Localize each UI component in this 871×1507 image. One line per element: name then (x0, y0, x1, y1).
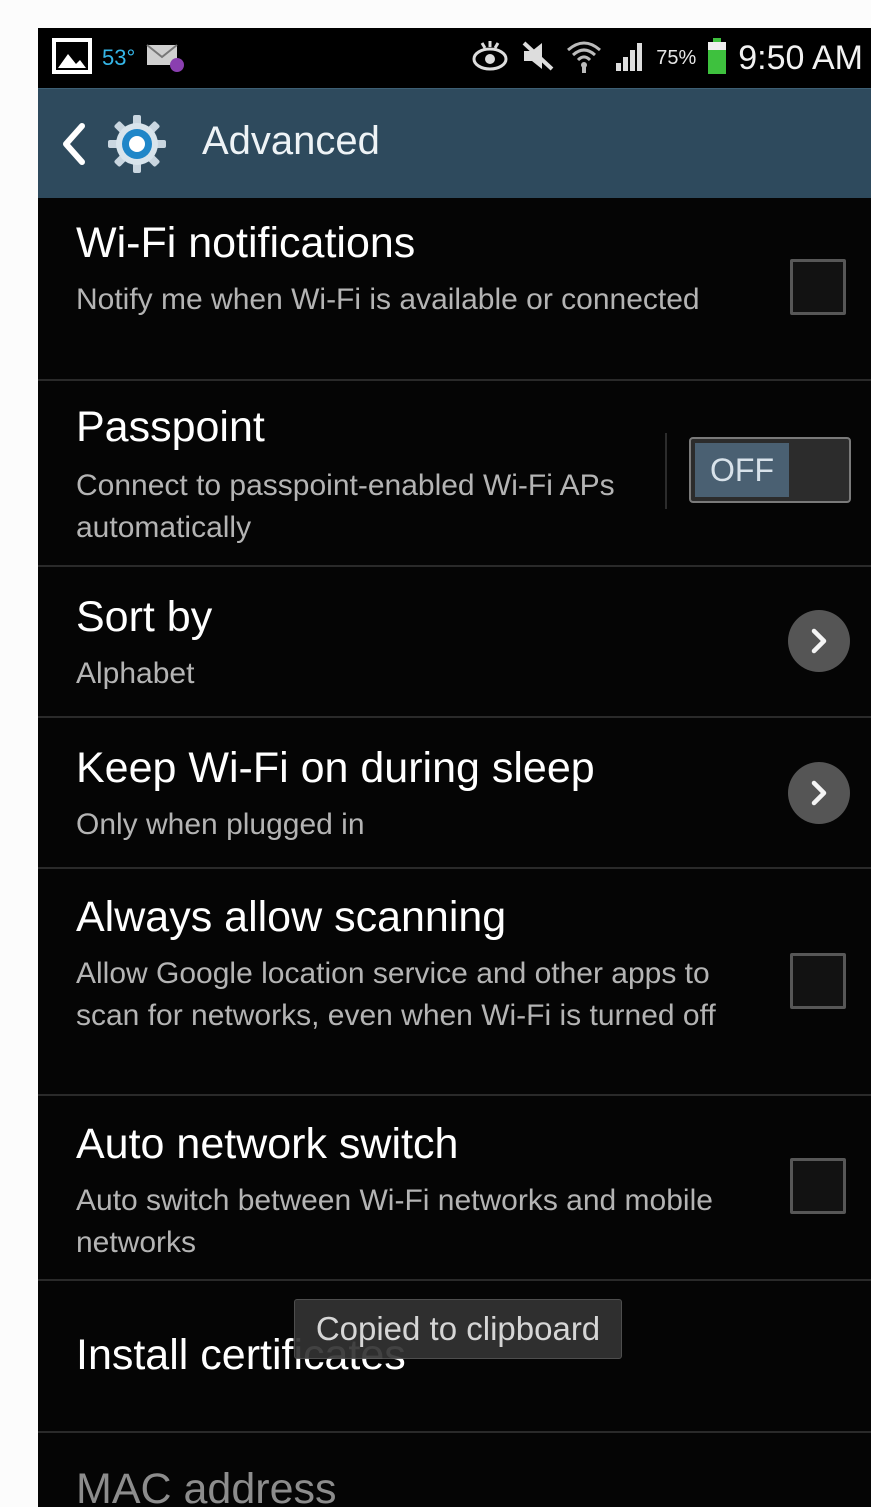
battery-icon (706, 37, 728, 80)
always-allow-scanning-title: Always allow scanning (76, 893, 507, 941)
phone-screen: 53° 75% 9:50 AM Advanced Wi-Fi notificat… (38, 28, 871, 1507)
keep-wifi-on-value: Only when plugged in (76, 808, 365, 841)
auto-network-switch-row[interactable]: Auto network switch Auto switch between … (38, 1096, 871, 1281)
always-allow-scanning-checkbox[interactable] (790, 953, 846, 1009)
keep-wifi-on-row[interactable]: Keep Wi-Fi on during sleep Only when plu… (38, 718, 871, 869)
mac-address-row: MAC address (38, 1433, 871, 1507)
auto-network-switch-checkbox[interactable] (790, 1158, 846, 1214)
wifi-notifications-row[interactable]: Wi-Fi notifications Notify me when Wi-Fi… (38, 197, 871, 381)
settings-gear-icon[interactable] (106, 113, 168, 175)
chevron-right-icon[interactable] (788, 610, 850, 672)
wifi-notifications-subtitle: Notify me when Wi-Fi is available or con… (76, 283, 700, 316)
clock: 9:50 AM (738, 38, 863, 77)
signal-icon (612, 39, 646, 78)
always-allow-scanning-subtitle: Allow Google location service and other … (76, 957, 716, 1032)
gallery-icon (52, 37, 92, 79)
status-bar: 53° 75% 9:50 AM (38, 28, 871, 88)
passpoint-toggle[interactable]: OFF (689, 437, 851, 503)
action-bar: Advanced (38, 88, 871, 198)
sort-by-title: Sort by (76, 593, 213, 641)
eye-icon (470, 39, 510, 78)
passpoint-toggle-label: OFF (695, 443, 789, 497)
wifi-notifications-title: Wi-Fi notifications (76, 219, 416, 267)
back-chevron-icon[interactable] (58, 122, 88, 166)
page-title: Advanced (202, 119, 380, 163)
sort-by-value: Alphabet (76, 657, 195, 690)
toggle-divider (665, 433, 667, 509)
mute-icon (520, 39, 556, 78)
chevron-right-icon[interactable] (788, 762, 850, 824)
clipboard-toast: Copied to clipboard (294, 1299, 622, 1359)
passpoint-title: Passpoint (76, 403, 265, 451)
mac-address-title: MAC address (76, 1465, 337, 1507)
auto-network-switch-title: Auto network switch (76, 1120, 459, 1168)
wifi-icon (566, 38, 602, 79)
email-icon (145, 39, 185, 78)
temperature-readout: 53° (102, 45, 136, 70)
battery-percent: 75% (656, 46, 697, 69)
wifi-notifications-checkbox[interactable] (790, 259, 846, 315)
keep-wifi-on-title: Keep Wi-Fi on during sleep (76, 744, 595, 792)
passpoint-subtitle: Connect to passpoint-enabled Wi-Fi APs a… (76, 469, 615, 544)
always-allow-scanning-row[interactable]: Always allow scanning Allow Google locat… (38, 869, 871, 1096)
sort-by-row[interactable]: Sort by Alphabet (38, 567, 871, 718)
auto-network-switch-subtitle: Auto switch between Wi-Fi networks and m… (76, 1184, 713, 1259)
passpoint-row[interactable]: Passpoint Connect to passpoint-enabled W… (38, 381, 871, 567)
